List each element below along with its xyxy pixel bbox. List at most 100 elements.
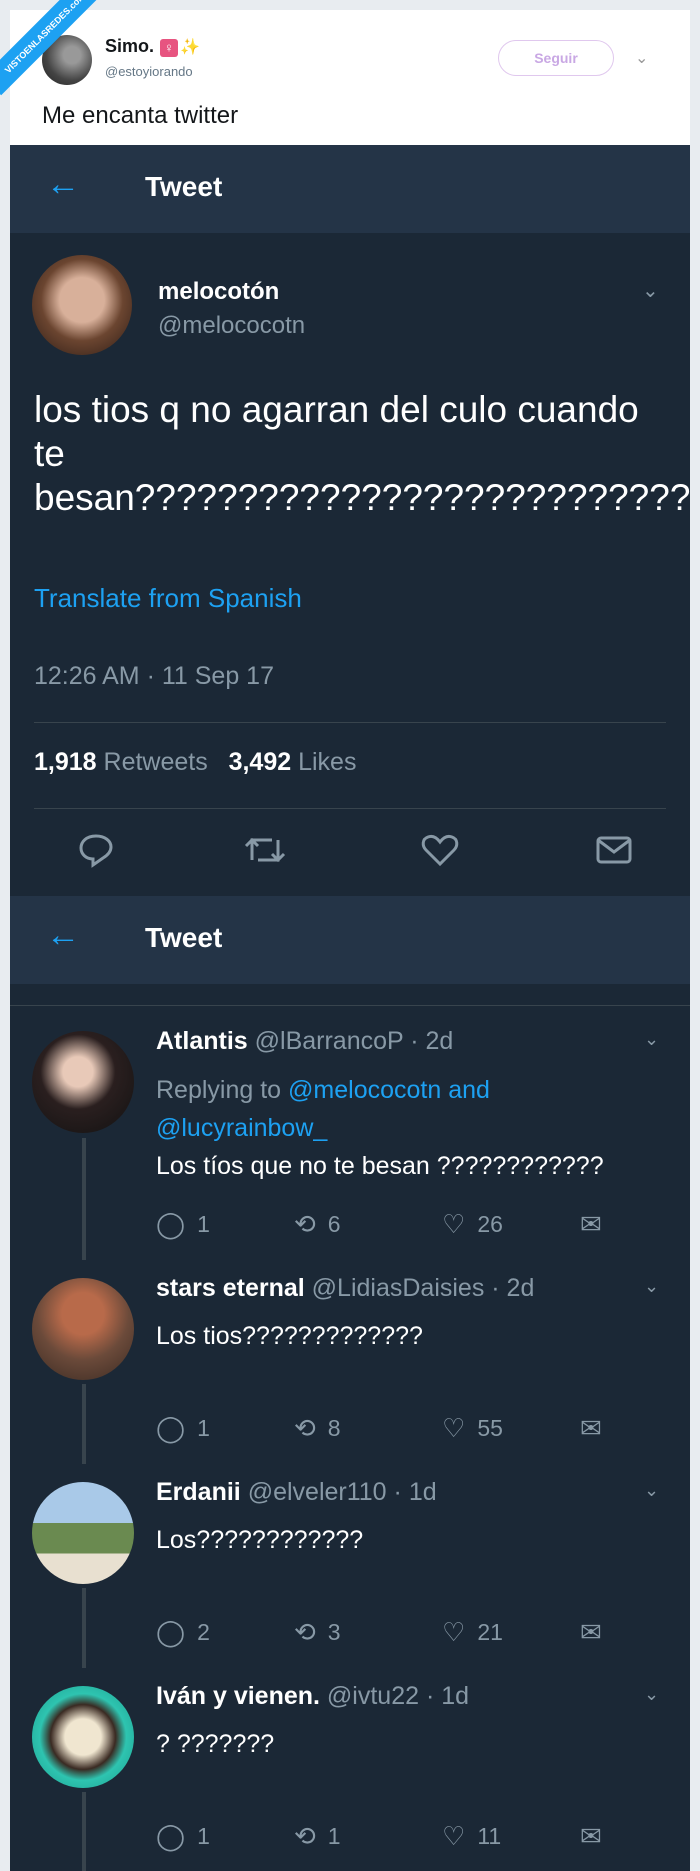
mention-link[interactable]: @lucyrainbow_ bbox=[156, 1114, 327, 1142]
retweet-button[interactable]: ⟲ 1 bbox=[294, 1821, 341, 1852]
avatar[interactable] bbox=[32, 1278, 134, 1380]
back-arrow-icon[interactable]: ← bbox=[46, 916, 80, 955]
envelope-icon: ✉ bbox=[580, 1821, 602, 1851]
author-name[interactable]: Erdanii bbox=[156, 1478, 241, 1506]
like-count: 26 bbox=[477, 1211, 503, 1237]
thread-line bbox=[82, 1384, 86, 1464]
replying-to-label: Replying to bbox=[156, 1076, 282, 1104]
like-button[interactable]: ♡ 21 bbox=[442, 1617, 503, 1648]
nav-title: Tweet bbox=[145, 171, 223, 202]
author-name[interactable]: stars eternal bbox=[156, 1274, 305, 1302]
reply-button[interactable]: ◯ 2 bbox=[156, 1617, 210, 1648]
timestamp[interactable]: 12:26 AM · 11 Sep 17 bbox=[34, 662, 274, 691]
retweet-icon: ⟲ bbox=[294, 1209, 316, 1239]
mention-link[interactable]: @melococotn and bbox=[288, 1076, 490, 1104]
divider bbox=[10, 1005, 690, 1006]
author-handle[interactable]: @elveler110 bbox=[248, 1478, 387, 1506]
heart-icon: ♡ bbox=[442, 1209, 466, 1239]
direct-message-button[interactable]: ✉ bbox=[580, 1617, 614, 1648]
heart-icon: ♡ bbox=[442, 1617, 466, 1647]
reply-actions: ◯ 1 ⟲ 1 ♡ 11 ✉ bbox=[156, 1821, 656, 1855]
reply-text: ? ??????? bbox=[156, 1730, 275, 1758]
direct-message-icon[interactable] bbox=[594, 830, 634, 870]
like-count: 55 bbox=[477, 1415, 503, 1441]
back-arrow-icon[interactable]: ← bbox=[46, 165, 80, 204]
reply-actions: ◯ 1 ⟲ 8 ♡ 55 ✉ bbox=[156, 1413, 656, 1447]
retweet-count: 3 bbox=[327, 1619, 341, 1645]
author-name[interactable]: Atlantis bbox=[156, 1027, 248, 1055]
envelope-icon: ✉ bbox=[580, 1413, 602, 1443]
like-stat[interactable]: 3,492 Likes bbox=[229, 748, 357, 776]
reply-actions: ◯ 2 ⟲ 3 ♡ 21 ✉ bbox=[156, 1617, 656, 1651]
envelope-icon: ✉ bbox=[580, 1617, 602, 1647]
author-name[interactable]: Iván y vienen. bbox=[156, 1682, 320, 1710]
follow-button[interactable]: Seguir bbox=[498, 40, 614, 76]
divider bbox=[34, 808, 666, 809]
reply-time: · 1d bbox=[393, 1478, 437, 1506]
avatar[interactable] bbox=[32, 255, 132, 355]
reply-count: 1 bbox=[197, 1415, 210, 1441]
like-count: 21 bbox=[477, 1619, 503, 1645]
author-name[interactable]: melocotón bbox=[158, 278, 279, 306]
tweet-text: Me encanta twitter bbox=[42, 102, 239, 129]
direct-message-button[interactable]: ✉ bbox=[580, 1821, 614, 1852]
like-button[interactable]: ♡ 26 bbox=[442, 1209, 503, 1240]
author-name[interactable]: Simo. bbox=[105, 36, 154, 56]
tweet-stats: 1,918 Retweets 3,492 Likes bbox=[34, 748, 356, 777]
avatar[interactable] bbox=[32, 1482, 134, 1584]
retweet-button[interactable]: ⟲ 6 bbox=[294, 1209, 341, 1240]
reply-icon: ◯ bbox=[156, 1821, 186, 1851]
top-nav-bar: ← Tweet bbox=[10, 145, 690, 233]
author-handle[interactable]: @ivtu22 bbox=[327, 1682, 419, 1710]
retweet-button[interactable]: ⟲ 3 bbox=[294, 1617, 341, 1648]
chevron-down-icon[interactable]: ⌄ bbox=[635, 48, 648, 68]
direct-message-button[interactable]: ✉ bbox=[580, 1209, 614, 1240]
reply-header: Erdanii @elveler110 · 1d bbox=[156, 1478, 437, 1507]
nav-title: Tweet bbox=[145, 922, 223, 953]
reply-button[interactable]: ◯ 1 bbox=[156, 1413, 210, 1444]
avatar[interactable] bbox=[32, 1031, 134, 1133]
author-name-row: Simo. ♀ ✨ bbox=[105, 36, 200, 57]
reply-header: stars eternal @LidiasDaisies · 2d bbox=[156, 1274, 534, 1303]
retweet-icon: ⟲ bbox=[294, 1413, 316, 1443]
retweet-count: 6 bbox=[327, 1211, 341, 1237]
translate-link[interactable]: Translate from Spanish bbox=[34, 583, 302, 614]
retweet-stat[interactable]: 1,918 Retweets bbox=[34, 748, 208, 776]
reply-icon: ◯ bbox=[156, 1209, 186, 1239]
author-handle[interactable]: @LidiasDaisies bbox=[312, 1274, 485, 1302]
author-handle[interactable]: @estoyiorando bbox=[105, 64, 193, 79]
retweet-button[interactable]: ⟲ 8 bbox=[294, 1413, 341, 1444]
reply-count: 1 bbox=[197, 1823, 210, 1849]
reply-header: Iván y vienen. @ivtu22 · 1d bbox=[156, 1682, 469, 1711]
retweet-label: Retweets bbox=[103, 748, 208, 776]
chevron-down-icon[interactable]: ⌄ bbox=[644, 1684, 659, 1705]
direct-message-button[interactable]: ✉ bbox=[580, 1413, 614, 1444]
like-button[interactable]: ♡ 55 bbox=[442, 1413, 503, 1444]
like-button[interactable]: ♡ 11 bbox=[442, 1821, 501, 1852]
thread-line bbox=[82, 1588, 86, 1668]
retweet-icon: ⟲ bbox=[294, 1821, 316, 1851]
heart-icon: ♡ bbox=[442, 1821, 466, 1851]
reply-body: Replying to @melococotn and @lucyrainbow… bbox=[156, 1071, 604, 1185]
like-count: 3,492 bbox=[228, 748, 292, 776]
reply-button[interactable]: ◯ 1 bbox=[156, 1821, 210, 1852]
reply-icon: ◯ bbox=[156, 1413, 186, 1443]
avatar[interactable] bbox=[32, 1686, 134, 1788]
chevron-down-icon[interactable]: ⌄ bbox=[644, 1029, 659, 1050]
retweet-icon[interactable] bbox=[242, 830, 288, 870]
divider bbox=[34, 722, 666, 723]
author-handle[interactable]: @melococotn bbox=[158, 312, 305, 340]
chevron-down-icon[interactable]: ⌄ bbox=[644, 1276, 659, 1297]
heart-icon[interactable] bbox=[420, 830, 460, 870]
reply-text: Los???????????? bbox=[156, 1526, 364, 1554]
author-handle[interactable]: @lBarrancoP bbox=[255, 1027, 404, 1055]
chevron-down-icon[interactable]: ⌄ bbox=[644, 1480, 659, 1501]
reply-icon[interactable] bbox=[76, 830, 116, 870]
reply-time: · 1d bbox=[425, 1682, 470, 1710]
like-label: Likes bbox=[298, 748, 357, 776]
reply-button[interactable]: ◯ 1 bbox=[156, 1209, 210, 1240]
reply-header: Atlantis @lBarrancoP · 2d bbox=[156, 1027, 453, 1056]
reply-actions: ◯ 1 ⟲ 6 ♡ 26 ✉ bbox=[156, 1209, 656, 1243]
chevron-down-icon[interactable]: ⌄ bbox=[642, 278, 659, 303]
like-count: 11 bbox=[477, 1823, 502, 1849]
